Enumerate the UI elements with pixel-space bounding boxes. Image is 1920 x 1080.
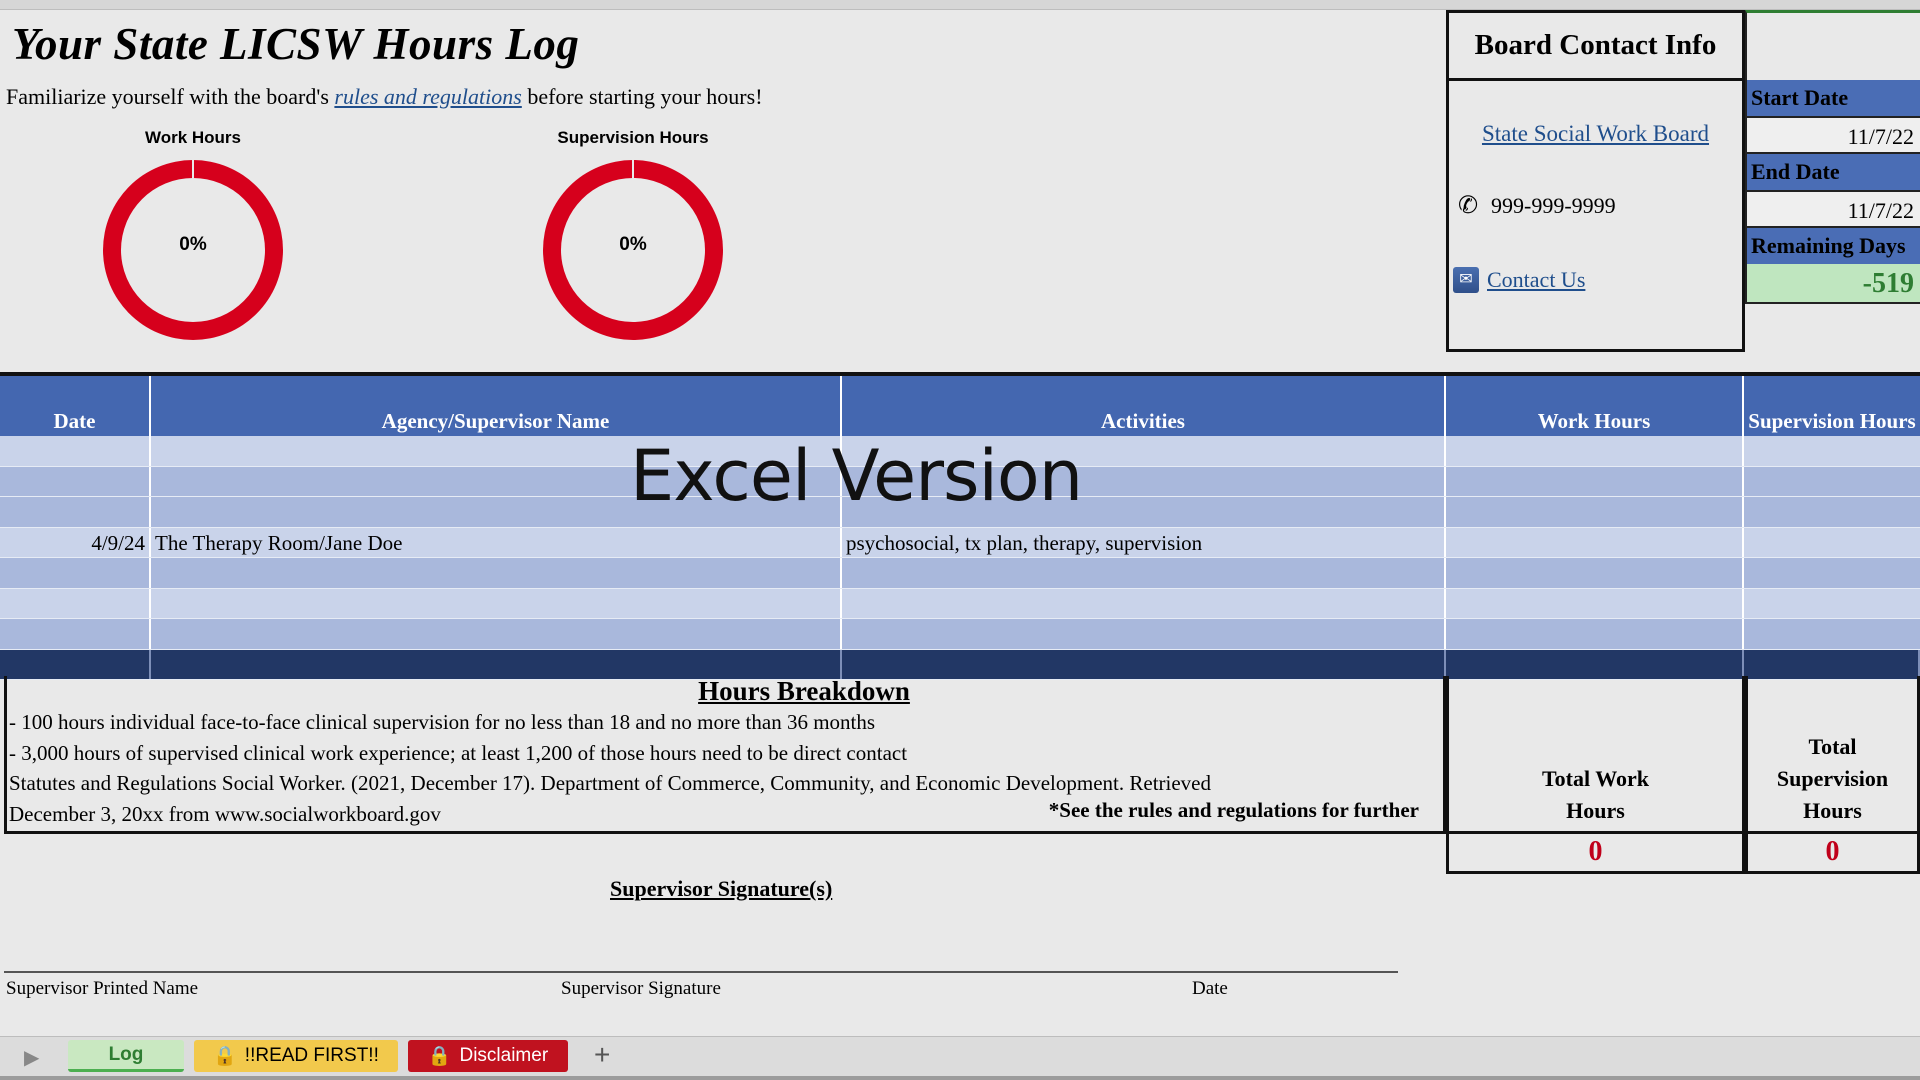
donut-tick xyxy=(632,160,634,178)
hours-breakdown-box: Hours Breakdown - 100 hours individual f… xyxy=(4,676,1446,834)
signature-date-label: Date xyxy=(1192,978,1228,999)
tab-log[interactable]: Log xyxy=(68,1040,184,1072)
agency-column-header[interactable]: Agency/Supervisor Name xyxy=(151,376,842,436)
subtitle-after: before starting your hours! xyxy=(521,84,763,109)
start-date-value[interactable]: 11/7/22 xyxy=(1745,116,1920,154)
hours-breakdown-title: Hours Breakdown xyxy=(698,676,910,706)
supervision-hours-column-header[interactable]: Supervision Hours xyxy=(1744,376,1920,436)
table-row[interactable] xyxy=(0,558,1920,589)
contact-us-link[interactable]: Contact Us xyxy=(1487,267,1585,293)
entry-work-hours-cell[interactable] xyxy=(1446,527,1744,557)
date-panel: Start Date 11/7/22 End Date 11/7/22 Rema… xyxy=(1745,10,1920,304)
breakdown-line-3: Statutes and Regulations Social Worker. … xyxy=(9,771,1212,795)
date-column-header[interactable]: Date xyxy=(0,376,151,436)
tab-disclaimer-label: Disclaimer xyxy=(459,1045,549,1066)
tab-log-label: Log xyxy=(108,1043,144,1065)
supervision-hours-percent: 0% xyxy=(619,234,647,255)
total-supervision-hours-value[interactable]: 0 xyxy=(1745,834,1920,874)
table-row[interactable] xyxy=(0,588,1920,619)
supervisor-signatures-title: Supervisor Signature(s) xyxy=(610,876,833,901)
scroll-tabs-right-icon[interactable]: ▶ xyxy=(24,1045,39,1070)
phone-icon: ✆ xyxy=(1457,193,1479,219)
activities-column-header[interactable]: Activities xyxy=(842,376,1446,436)
total-work-hours-value[interactable]: 0 xyxy=(1446,834,1745,874)
supervisor-signature-label: Supervisor Signature xyxy=(561,978,721,999)
breakdown-line-1: - 100 hours individual face-to-face clin… xyxy=(9,710,876,734)
rules-link[interactable]: rules and regulations xyxy=(334,84,521,109)
breakdown-note: *See the rules and regulations for furth… xyxy=(1048,798,1419,822)
work-hours-percent: 0% xyxy=(179,234,207,255)
remaining-days-value[interactable]: -519 xyxy=(1745,264,1920,304)
contact-row: ✉ Contact Us xyxy=(1453,267,1585,293)
mailbox-icon: ✉ xyxy=(1453,267,1479,293)
sheet-tab-bar: ▶ Log 🔒 !!READ FIRST!! 🔒 Disclaimer + xyxy=(0,1036,1920,1076)
board-contact-heading: Board Contact Info xyxy=(1449,13,1742,81)
phone-number: 999-999-9999 xyxy=(1491,193,1616,218)
tab-disclaimer[interactable]: 🔒 Disclaimer xyxy=(408,1040,568,1072)
total-supervision-hours-text: Total Supervision Hours xyxy=(1776,734,1889,823)
total-work-hours-text: Total Work Hours xyxy=(1542,766,1649,823)
work-hours-column-header[interactable]: Work Hours xyxy=(1446,376,1744,436)
top-strip xyxy=(0,0,1920,10)
hours-log-table: Date Agency/Supervisor Name Activities W… xyxy=(0,372,1920,680)
total-work-hours-label: Total Work Hours xyxy=(1446,676,1745,834)
add-sheet-button[interactable]: + xyxy=(594,1039,610,1071)
entry-supervision-hours-cell[interactable] xyxy=(1744,528,1920,558)
subtitle-before: Familiarize yourself with the board's xyxy=(6,84,335,109)
supervisor-printed-name-label: Supervisor Printed Name xyxy=(6,978,199,999)
board-contact-box: Board Contact Info State Social Work Boa… xyxy=(1446,10,1745,352)
entry-activities-cell[interactable]: psychosocial, tx plan, therapy, supervis… xyxy=(842,527,1446,557)
work-hours-chart: Work Hours 0% xyxy=(98,128,288,340)
excel-version-overlay: Excel Version xyxy=(630,435,1083,517)
lock-icon: 🔒 xyxy=(427,1046,452,1067)
table-row[interactable] xyxy=(0,619,1920,650)
table-header-row: Date Agency/Supervisor Name Activities W… xyxy=(0,376,1920,436)
work-hours-chart-title: Work Hours xyxy=(144,128,242,147)
signature-line xyxy=(4,971,1398,973)
work-hours-donut: 0% xyxy=(103,160,283,340)
page-title: Your State LICSW Hours Log xyxy=(12,19,580,69)
state-board-link[interactable]: State Social Work Board xyxy=(1449,121,1742,147)
supervision-hours-chart: Supervision Hours 0% xyxy=(538,128,728,340)
table-total-band xyxy=(0,649,1920,680)
tab-read-first-label: !!READ FIRST!! xyxy=(244,1045,379,1066)
end-date-value[interactable]: 11/7/22 xyxy=(1745,190,1920,228)
table-row[interactable]: 4/9/24 The Therapy Room/Jane Doe psychos… xyxy=(0,527,1920,558)
supervision-hours-chart-title: Supervision Hours xyxy=(557,128,709,147)
end-date-label: End Date xyxy=(1745,154,1920,190)
supervision-hours-donut: 0% xyxy=(543,160,723,340)
bottom-scrollbar[interactable] xyxy=(0,1076,1920,1080)
start-date-label: Start Date xyxy=(1745,80,1920,116)
lock-icon: 🔒 xyxy=(213,1046,237,1067)
total-supervision-hours-label: Total Supervision Hours xyxy=(1745,676,1920,834)
phone-row: ✆ 999-999-9999 xyxy=(1453,191,1616,221)
breakdown-line-2: - 3,000 hours of supervised clinical wor… xyxy=(9,740,908,765)
remaining-days-label: Remaining Days xyxy=(1745,228,1920,264)
tab-read-first[interactable]: 🔒 !!READ FIRST!! xyxy=(194,1040,398,1072)
entry-date-cell[interactable]: 4/9/24 xyxy=(0,527,151,557)
date-panel-blank-cell[interactable] xyxy=(1745,10,1920,80)
donut-tick xyxy=(192,160,194,178)
entry-agency-cell[interactable]: The Therapy Room/Jane Doe xyxy=(151,527,842,557)
subtitle: Familiarize yourself with the board's ru… xyxy=(6,84,763,110)
